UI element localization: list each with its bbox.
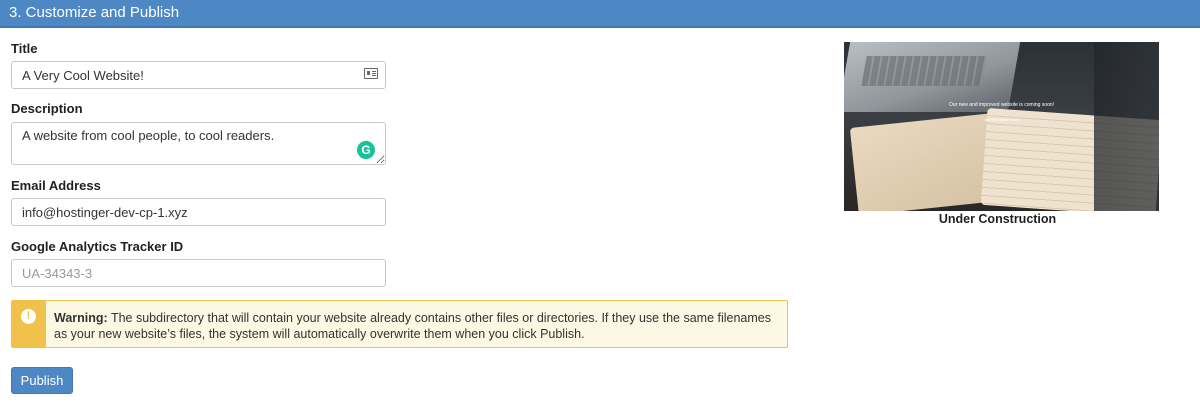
title-label: Title [11, 41, 38, 56]
id-card-icon[interactable] [364, 68, 378, 79]
publish-button[interactable]: Publish [11, 367, 73, 394]
email-input[interactable] [11, 198, 386, 226]
template-preview-image[interactable]: Our new and improved website is coming s… [844, 42, 1159, 211]
desk-shadow [1094, 42, 1159, 211]
title-input[interactable] [11, 61, 386, 89]
section-header: 3. Customize and Publish [0, 0, 1200, 28]
warning-stripe: ! [12, 301, 46, 347]
warning-message: The subdirectory that will contain your … [54, 311, 771, 341]
keyboard-graphic [861, 56, 987, 86]
section-title: 3. Customize and Publish [9, 4, 180, 21]
preview-email: user@example.com [983, 117, 1020, 122]
description-label: Description [11, 101, 83, 116]
warning-title: Warning: [54, 311, 108, 325]
preview-headline: Our new and improved website is coming s… [948, 102, 1055, 108]
exclamation-circle-icon: ! [21, 309, 36, 324]
warning-alert: ! Warning: The subdirectory that will co… [11, 300, 788, 348]
warning-text: Warning: The subdirectory that will cont… [54, 310, 774, 342]
preview-caption: Under Construction [938, 212, 1057, 226]
grammarly-icon[interactable]: G [357, 141, 375, 159]
analytics-input[interactable] [11, 259, 386, 287]
analytics-label: Google Analytics Tracker ID [11, 239, 184, 254]
description-textarea[interactable]: A website from cool people, to cool read… [11, 122, 386, 165]
email-label: Email Address [11, 178, 101, 193]
